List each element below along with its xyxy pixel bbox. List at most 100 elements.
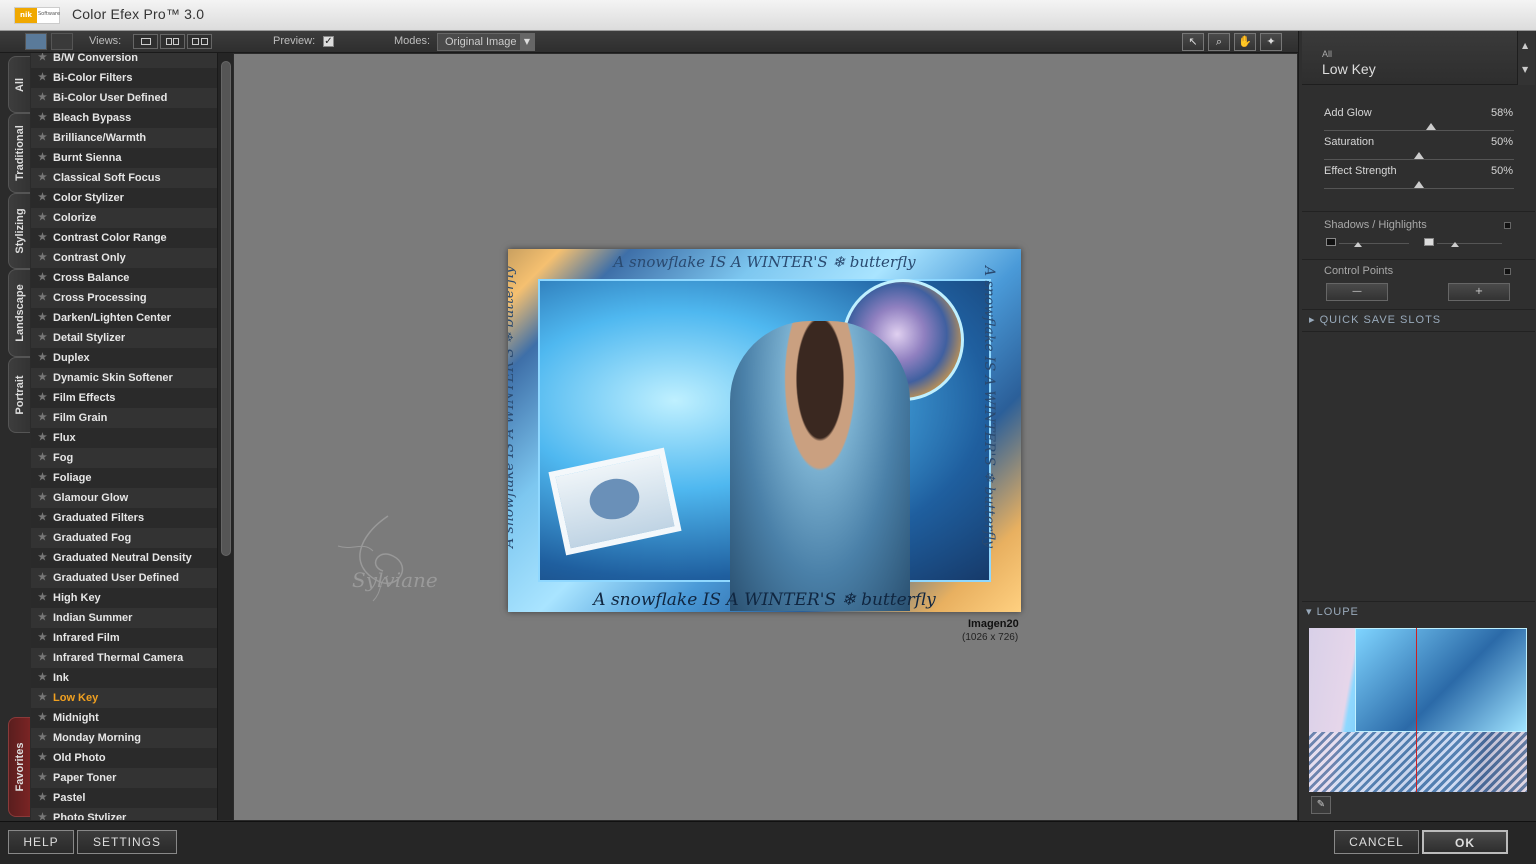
filter-item[interactable]: ★ Film Effects bbox=[31, 388, 217, 408]
filter-item[interactable]: ★ B/W Conversion bbox=[31, 53, 217, 68]
filter-item[interactable]: ★ Colorize bbox=[31, 208, 217, 228]
favorite-star-icon[interactable]: ★ bbox=[38, 368, 47, 388]
favorite-star-icon[interactable]: ★ bbox=[38, 548, 47, 568]
chevron-down-icon[interactable]: ▼ bbox=[1522, 65, 1528, 74]
saturation-slider[interactable] bbox=[1324, 159, 1514, 160]
filter-item[interactable]: ★ Paper Toner bbox=[31, 768, 217, 788]
settings-button[interactable]: SETTINGS bbox=[77, 830, 177, 854]
scrollbar-thumb[interactable] bbox=[221, 61, 231, 556]
favorite-star-icon[interactable]: ★ bbox=[38, 188, 47, 208]
effect-strength-slider[interactable] bbox=[1324, 188, 1514, 189]
filter-item[interactable]: ★ Dynamic Skin Softener bbox=[31, 368, 217, 388]
filter-item[interactable]: ★ Pastel bbox=[31, 788, 217, 808]
filter-item[interactable]: ★ Darken/Lighten Center bbox=[31, 308, 217, 328]
favorite-star-icon[interactable]: ★ bbox=[38, 328, 47, 348]
filter-item[interactable]: ★ Ink bbox=[31, 668, 217, 688]
favorite-star-icon[interactable]: ★ bbox=[38, 268, 47, 288]
filter-item[interactable]: ★ Graduated Fog bbox=[31, 528, 217, 548]
pointer-icon[interactable]: ↖ bbox=[1182, 33, 1204, 51]
hand-icon[interactable]: ✋ bbox=[1234, 33, 1256, 51]
shadows-slider-thumb[interactable] bbox=[1354, 242, 1362, 247]
favorite-star-icon[interactable]: ★ bbox=[38, 808, 47, 820]
favorite-star-icon[interactable]: ★ bbox=[38, 448, 47, 468]
tab-traditional[interactable]: Traditional bbox=[8, 113, 30, 193]
modes-select[interactable]: Original Image ▼ bbox=[437, 33, 535, 51]
filter-item[interactable]: ★ Photo Stylizer bbox=[31, 808, 217, 820]
favorite-star-icon[interactable]: ★ bbox=[38, 53, 47, 68]
filter-item[interactable]: ★ Infrared Film bbox=[31, 628, 217, 648]
favorite-star-icon[interactable]: ★ bbox=[38, 568, 47, 588]
favorite-star-icon[interactable]: ★ bbox=[38, 228, 47, 248]
quick-save-slots[interactable]: ▸ QUICK SAVE SLOTS bbox=[1309, 313, 1441, 326]
filter-item[interactable]: ★ Classical Soft Focus bbox=[31, 168, 217, 188]
favorite-star-icon[interactable]: ★ bbox=[38, 128, 47, 148]
filter-item[interactable]: ★ Brilliance/Warmth bbox=[31, 128, 217, 148]
tab-stylizing[interactable]: Stylizing bbox=[8, 193, 30, 269]
loupe-header[interactable]: ▾ LOUPE bbox=[1306, 605, 1359, 618]
tab-all[interactable]: All bbox=[8, 56, 30, 113]
shadows-expand-icon[interactable] bbox=[1504, 222, 1511, 229]
favorite-star-icon[interactable]: ★ bbox=[38, 688, 47, 708]
favorite-star-icon[interactable]: ★ bbox=[38, 428, 47, 448]
favorite-star-icon[interactable]: ★ bbox=[38, 248, 47, 268]
favorite-star-icon[interactable]: ★ bbox=[38, 68, 47, 88]
filter-item[interactable]: ★ Color Stylizer bbox=[31, 188, 217, 208]
filter-item[interactable]: ★ Film Grain bbox=[31, 408, 217, 428]
shadows-slider[interactable] bbox=[1339, 243, 1409, 244]
tab-landscape[interactable]: Landscape bbox=[8, 269, 30, 357]
control-points-expand-icon[interactable] bbox=[1504, 268, 1511, 275]
favorite-star-icon[interactable]: ★ bbox=[38, 108, 47, 128]
filter-item[interactable]: ★ Cross Balance bbox=[31, 268, 217, 288]
filter-item[interactable]: ★ Contrast Color Range bbox=[31, 228, 217, 248]
favorite-star-icon[interactable]: ★ bbox=[38, 208, 47, 228]
filter-item[interactable]: ★ Foliage bbox=[31, 468, 217, 488]
list-view-icon[interactable] bbox=[51, 33, 73, 50]
filter-item[interactable]: ★ Cross Processing bbox=[31, 288, 217, 308]
view-single-button[interactable] bbox=[133, 34, 158, 49]
tab-favorites[interactable]: Favorites bbox=[8, 717, 30, 817]
favorite-star-icon[interactable]: ★ bbox=[38, 528, 47, 548]
favorite-star-icon[interactable]: ★ bbox=[38, 408, 47, 428]
filter-header[interactable]: All Low Key bbox=[1302, 31, 1517, 85]
favorite-star-icon[interactable]: ★ bbox=[38, 308, 47, 328]
filter-item[interactable]: ★ Duplex bbox=[31, 348, 217, 368]
filter-item[interactable]: ★ Bi-Color User Defined bbox=[31, 88, 217, 108]
favorite-star-icon[interactable]: ★ bbox=[38, 728, 47, 748]
favorite-star-icon[interactable]: ★ bbox=[38, 668, 47, 688]
help-button[interactable]: HELP bbox=[8, 830, 74, 854]
preview-checkbox[interactable]: ✓ bbox=[323, 36, 334, 47]
single-image-icon[interactable] bbox=[25, 33, 47, 50]
highlights-slider[interactable] bbox=[1437, 243, 1502, 244]
filter-item[interactable]: ★ Infrared Thermal Camera bbox=[31, 648, 217, 668]
favorite-star-icon[interactable]: ★ bbox=[38, 88, 47, 108]
add-control-point-button[interactable]: + bbox=[1448, 283, 1510, 301]
favorite-star-icon[interactable]: ★ bbox=[38, 348, 47, 368]
favorite-star-icon[interactable]: ★ bbox=[38, 788, 47, 808]
favorite-star-icon[interactable]: ★ bbox=[38, 468, 47, 488]
control-point-icon[interactable]: ✦ bbox=[1260, 33, 1282, 51]
favorite-star-icon[interactable]: ★ bbox=[38, 488, 47, 508]
favorite-star-icon[interactable]: ★ bbox=[38, 388, 47, 408]
favorite-star-icon[interactable]: ★ bbox=[38, 168, 47, 188]
favorite-star-icon[interactable]: ★ bbox=[38, 708, 47, 728]
filter-item[interactable]: ★ Contrast Only bbox=[31, 248, 217, 268]
filter-list-scrollbar[interactable] bbox=[217, 53, 233, 820]
saturation-slider-thumb[interactable] bbox=[1414, 152, 1424, 159]
filter-item[interactable]: ★ Flux bbox=[31, 428, 217, 448]
highlights-slider-thumb[interactable] bbox=[1451, 242, 1459, 247]
effect-strength-slider-thumb[interactable] bbox=[1414, 181, 1424, 188]
add-glow-slider[interactable] bbox=[1324, 130, 1514, 131]
favorite-star-icon[interactable]: ★ bbox=[38, 588, 47, 608]
ok-button[interactable]: OK bbox=[1422, 830, 1508, 854]
filter-item[interactable]: ★ Bleach Bypass bbox=[31, 108, 217, 128]
filter-item[interactable]: ★ Low Key bbox=[31, 688, 217, 708]
favorite-star-icon[interactable]: ★ bbox=[38, 748, 47, 768]
filter-item[interactable]: ★ Indian Summer bbox=[31, 608, 217, 628]
filter-item[interactable]: ★ Monday Morning bbox=[31, 728, 217, 748]
pin-icon[interactable]: ✎ bbox=[1311, 796, 1331, 814]
favorite-star-icon[interactable]: ★ bbox=[38, 648, 47, 668]
remove-control-point-button[interactable]: — bbox=[1326, 283, 1388, 301]
filter-item[interactable]: ★ High Key bbox=[31, 588, 217, 608]
view-side-by-side-button[interactable] bbox=[187, 34, 212, 49]
filter-item[interactable]: ★ Detail Stylizer bbox=[31, 328, 217, 348]
